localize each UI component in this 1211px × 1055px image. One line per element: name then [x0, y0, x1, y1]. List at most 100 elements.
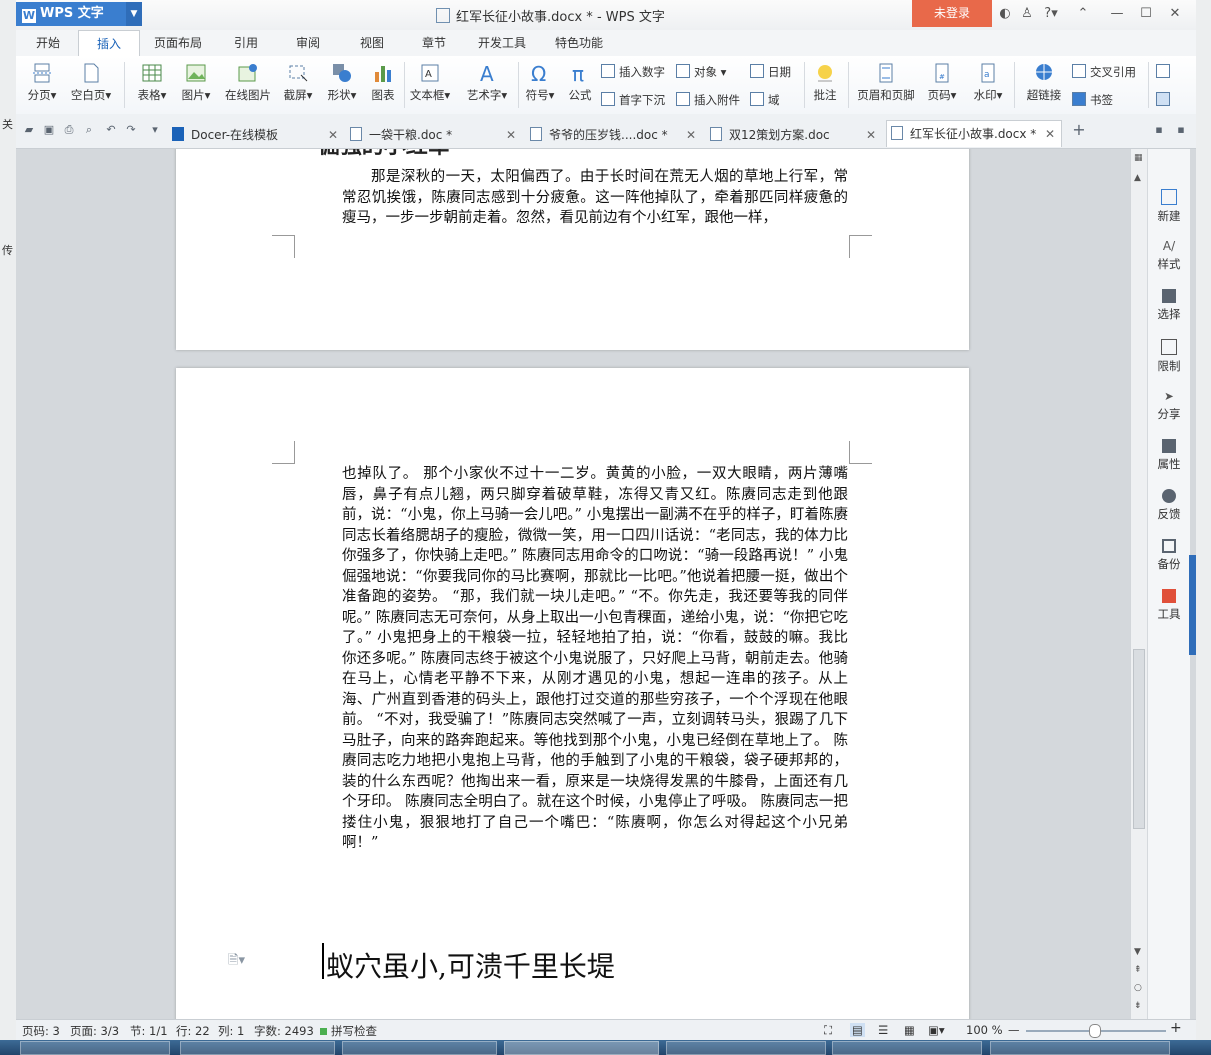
- tab-view[interactable]: 视图: [348, 30, 396, 56]
- page-number-icon: #: [935, 63, 949, 83]
- comment-button[interactable]: 批注: [808, 62, 842, 103]
- panel-restrict[interactable]: 限制: [1148, 339, 1190, 374]
- zoom-level[interactable]: 100 %: [966, 1023, 1003, 1037]
- doc-tab-docer[interactable]: Docer-在线模板 ✕: [172, 123, 338, 147]
- panel-share[interactable]: ➤ 分享: [1148, 389, 1190, 422]
- tab-special-features[interactable]: 特色功能: [548, 30, 610, 56]
- symbol-button[interactable]: Ω 符号▾: [522, 62, 558, 103]
- header-footer-button[interactable]: 页眉和页脚: [854, 62, 918, 103]
- quick-access-dropdown-icon[interactable]: ▾: [148, 123, 162, 137]
- shirt-icon[interactable]: ♙: [1018, 5, 1036, 23]
- table-button[interactable]: 表格▾: [132, 62, 172, 103]
- panel-select[interactable]: 选择: [1148, 289, 1190, 322]
- print-preview-icon[interactable]: ⌕: [82, 123, 96, 137]
- drop-cap-button[interactable]: 首字下沉: [601, 92, 665, 108]
- taskbar-item[interactable]: [832, 1041, 982, 1055]
- page-break-button[interactable]: 分页▾: [22, 62, 62, 103]
- zoom-out-icon[interactable]: —: [1008, 1023, 1020, 1037]
- wps-app-menu-button[interactable]: W WPS 文字: [16, 2, 126, 26]
- panel-style[interactable]: A/样式: [1148, 239, 1190, 272]
- login-button[interactable]: 未登录: [912, 0, 992, 27]
- redo-icon[interactable]: ↷: [124, 123, 138, 137]
- formula-button[interactable]: π 公式: [564, 62, 596, 103]
- new-tab-icon[interactable]: +: [1072, 122, 1086, 138]
- taskbar-item[interactable]: [990, 1041, 1170, 1055]
- open-folder-icon[interactable]: ▰: [22, 123, 36, 137]
- taskbar-item[interactable]: [20, 1041, 170, 1055]
- panel-backup[interactable]: 备份: [1148, 539, 1190, 572]
- save-icon[interactable]: ▣: [42, 123, 56, 137]
- tab-references[interactable]: 引用: [222, 30, 270, 56]
- taskbar-item[interactable]: [342, 1041, 497, 1055]
- hyperlink-button[interactable]: 超链接: [1020, 62, 1068, 103]
- text-field-icon[interactable]: [1156, 64, 1174, 79]
- spell-check-toggle[interactable]: 拼写检查: [320, 1023, 377, 1039]
- watermark-button[interactable]: a 水印▾: [968, 62, 1008, 103]
- panel-properties[interactable]: 属性: [1148, 439, 1190, 472]
- web-view-icon[interactable]: ▦: [904, 1023, 915, 1037]
- header-footer-icon: [879, 63, 893, 83]
- vertical-scrollbar[interactable]: ▦ ▲ ▼ ⇞ ○ ⇟: [1130, 149, 1148, 1019]
- online-picture-button[interactable]: 在线图片: [222, 62, 274, 103]
- cross-reference-button[interactable]: 交叉引用: [1072, 64, 1136, 80]
- chevron-down-icon[interactable]: ▼: [126, 2, 142, 26]
- tab-chapter[interactable]: 章节: [410, 30, 458, 56]
- window-switch-icon[interactable]: ▪: [1174, 123, 1188, 137]
- zoom-slider-handle[interactable]: [1089, 1024, 1101, 1038]
- doc-tab-2[interactable]: 爷爷的压岁钱....doc * ✕: [530, 123, 696, 147]
- tab-start[interactable]: 开始: [24, 30, 72, 56]
- chart-button[interactable]: 图表: [366, 62, 400, 103]
- paste-options-icon[interactable]: 🗎▾: [228, 951, 245, 973]
- status-word-count[interactable]: 字数: 2493: [254, 1023, 314, 1039]
- shape-button[interactable]: 形状▾: [322, 62, 362, 103]
- blank-page-button[interactable]: 空白页▾: [66, 62, 116, 103]
- page-number-button[interactable]: # 页码▾: [922, 62, 962, 103]
- date-button[interactable]: 日期: [750, 64, 791, 80]
- maximize-button[interactable]: ☐: [1137, 5, 1155, 23]
- object-button[interactable]: 对象 ▾: [676, 64, 726, 80]
- reading-view-icon[interactable]: ▣▾: [928, 1023, 945, 1037]
- outline-view-icon[interactable]: ☰: [878, 1023, 888, 1037]
- taskbar-item-active[interactable]: [504, 1041, 659, 1055]
- print-icon[interactable]: ⎙: [62, 123, 76, 137]
- doc-tab-1[interactable]: 一袋干粮.doc * ✕: [350, 123, 516, 147]
- divider: [404, 62, 405, 108]
- tab-insert[interactable]: 插入: [78, 30, 140, 58]
- scrollbar-thumb[interactable]: [1133, 649, 1145, 829]
- screenshot-button[interactable]: 截屏▾: [278, 62, 318, 103]
- help-button[interactable]: ?▾: [1042, 5, 1060, 23]
- tab-page-layout[interactable]: 页面布局: [146, 30, 210, 56]
- bookmark-button[interactable]: 书签: [1072, 92, 1113, 108]
- tab-list-icon[interactable]: ▪: [1152, 123, 1166, 137]
- insert-attachment-button[interactable]: 插入附件: [676, 92, 740, 108]
- picture-button[interactable]: 图片▾: [176, 62, 216, 103]
- panel-collapse-handle[interactable]: [1189, 555, 1196, 655]
- skin-icon[interactable]: ◐: [996, 5, 1014, 23]
- doc-tab-3[interactable]: 双12策划方案.doc ✕: [710, 123, 876, 147]
- toolbox-icon: [1162, 589, 1176, 603]
- undo-icon[interactable]: ↶: [104, 123, 118, 137]
- text-box-button[interactable]: A 文本框▾: [408, 62, 452, 103]
- status-bar: 页码: 3 页面: 3/3 节: 1/1 行: 22 列: 1 字数: 2493…: [16, 1019, 1196, 1041]
- field-button[interactable]: 域: [750, 92, 780, 108]
- chart-icon: [375, 66, 391, 82]
- minimize-button[interactable]: —: [1108, 5, 1126, 23]
- tab-review[interactable]: 审阅: [284, 30, 332, 56]
- document-canvas[interactable]: • 倔强的小红军 那是深秋的一天，太阳偏西了。由于长时间在荒无人烟的草地上行军，…: [16, 149, 1130, 1019]
- close-button[interactable]: ✕: [1166, 5, 1184, 23]
- word-art-button[interactable]: A 艺术字▾: [462, 62, 512, 103]
- panel-new[interactable]: 新建: [1148, 189, 1190, 224]
- taskbar-item[interactable]: [666, 1041, 826, 1055]
- panel-feedback[interactable]: 反馈: [1148, 489, 1190, 522]
- collapse-ribbon-icon[interactable]: ⌃: [1074, 5, 1092, 23]
- doc-tab-active[interactable]: 红军长征小故事.docx * ✕: [886, 120, 1062, 147]
- taskbar-item[interactable]: [180, 1041, 335, 1055]
- page-view-icon[interactable]: ▤: [850, 1023, 865, 1037]
- insert-number-button[interactable]: 插入数字: [601, 64, 665, 80]
- panel-tools[interactable]: 工具: [1148, 589, 1190, 622]
- zoom-in-icon[interactable]: +: [1170, 1020, 1182, 1036]
- fullscreen-view-icon[interactable]: ⛶: [824, 1023, 832, 1038]
- margin-mark: [272, 441, 295, 464]
- checkbox-field-icon[interactable]: [1156, 92, 1174, 107]
- tab-developer[interactable]: 开发工具: [472, 30, 532, 56]
